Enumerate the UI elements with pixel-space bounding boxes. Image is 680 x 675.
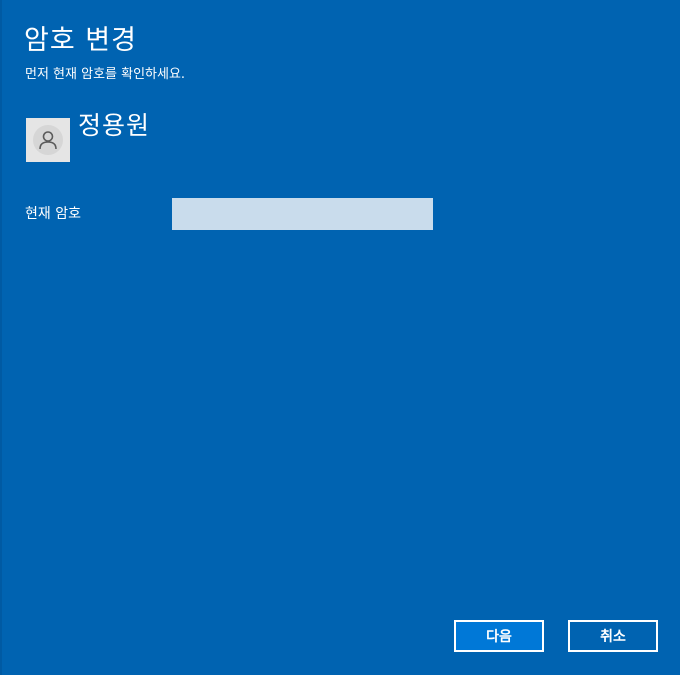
person-icon	[33, 125, 63, 155]
next-button[interactable]: 다음	[454, 620, 544, 652]
current-password-field[interactable]	[172, 198, 433, 230]
user-name: 정용원	[78, 111, 151, 140]
avatar	[26, 118, 70, 162]
change-password-dialog: 암호 변경 먼저 현재 암호를 확인하세요. 정용원 현재 암호 다음 취소	[0, 0, 680, 675]
cancel-button[interactable]: 취소	[568, 620, 658, 652]
user-info: 정용원	[26, 110, 150, 162]
dialog-subtitle: 먼저 현재 암호를 확인하세요.	[25, 67, 186, 82]
current-password-label: 현재 암호	[25, 206, 81, 222]
dialog-title: 암호 변경	[24, 25, 137, 56]
dialog-edge	[0, 0, 2, 675]
